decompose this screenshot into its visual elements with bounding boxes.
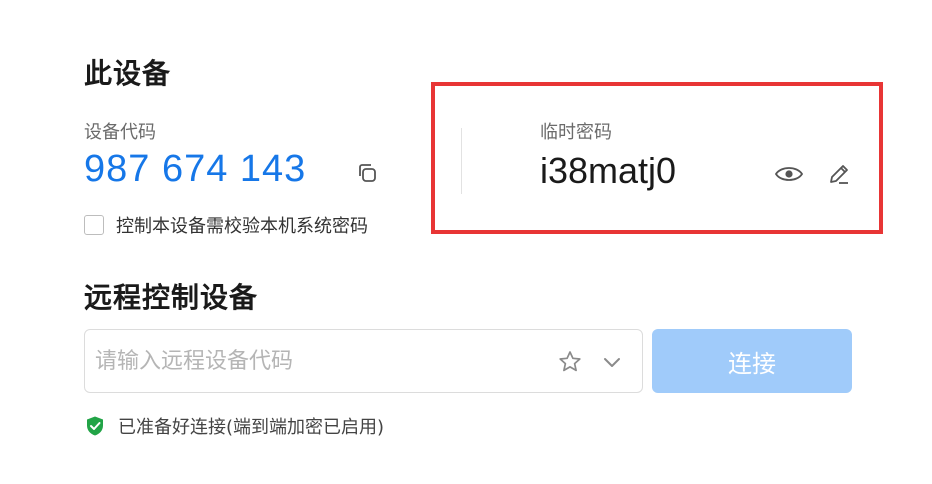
verify-password-checkbox[interactable] <box>84 215 104 235</box>
eye-icon[interactable] <box>773 160 805 188</box>
edit-icon[interactable] <box>825 160 853 188</box>
star-icon[interactable] <box>555 347 585 377</box>
this-device-title: 此设备 <box>84 57 172 90</box>
verify-password-label: 控制本设备需校验本机系统密码 <box>116 216 368 237</box>
chevron-down-icon[interactable] <box>597 347 627 377</box>
device-code-label: 设备代码 <box>84 122 156 143</box>
status-text: 已准备好连接(端到端加密已启用) <box>118 417 385 438</box>
remote-control-title: 远程控制设备 <box>84 281 259 314</box>
verify-password-option[interactable]: 控制本设备需校验本机系统密码 <box>84 212 368 238</box>
copy-icon[interactable] <box>352 158 382 188</box>
device-code: 987 674 143 <box>84 148 307 190</box>
temp-password-label: 临时密码 <box>540 122 612 143</box>
connection-status: 已准备好连接(端到端加密已启用) <box>84 413 384 439</box>
connect-button[interactable]: 连接 <box>652 329 852 393</box>
temp-password-value: i38matj0 <box>540 150 677 191</box>
shield-check-icon <box>84 415 106 437</box>
remote-code-input[interactable] <box>95 342 535 380</box>
remote-code-field <box>84 329 643 393</box>
